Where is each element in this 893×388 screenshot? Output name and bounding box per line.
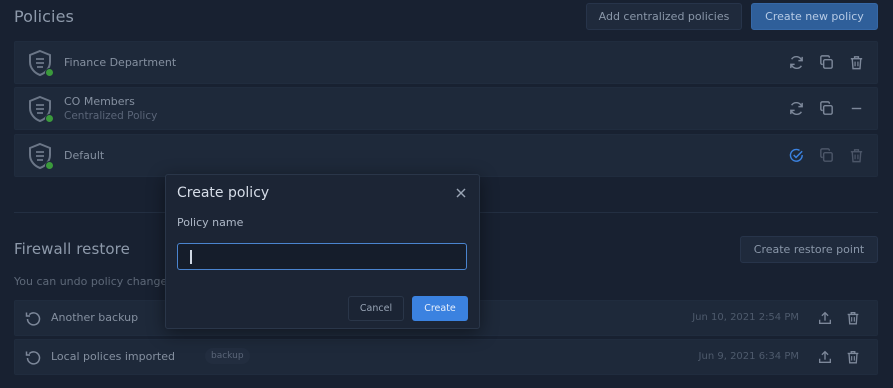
firewall-description: You can undo policy change [14, 275, 168, 288]
sync-icon[interactable] [788, 100, 805, 117]
history-icon [25, 351, 41, 365]
firewall-restore-title: Firewall restore [14, 240, 130, 258]
policy-name: CO Members [64, 95, 135, 108]
backup-tag: backup [205, 348, 250, 364]
status-dot [45, 68, 54, 77]
upload-icon[interactable] [817, 310, 833, 326]
status-dot [45, 161, 54, 170]
add-centralized-policies-button[interactable]: Add centralized policies [586, 3, 742, 30]
sync-icon[interactable] [788, 54, 805, 71]
check-circle-icon[interactable] [788, 147, 805, 164]
history-icon [25, 312, 41, 326]
close-icon[interactable] [455, 187, 467, 199]
policy-name-input[interactable] [177, 243, 467, 270]
backup-date: Jun 9, 2021 6:34 PM [698, 351, 799, 362]
minus-icon[interactable] [848, 100, 865, 117]
policy-subtitle: Centralized Policy [64, 110, 158, 122]
trash-icon[interactable] [845, 349, 861, 365]
policy-row-finance-department[interactable]: Finance Department [14, 41, 878, 84]
trash-icon[interactable] [848, 147, 865, 164]
status-dot [45, 114, 54, 123]
policy-name-label: Policy name [177, 216, 244, 229]
policy-row-default[interactable]: Default [14, 134, 878, 177]
copy-icon[interactable] [818, 100, 835, 117]
trash-icon[interactable] [848, 54, 865, 71]
policy-name: Finance Department [64, 56, 177, 69]
create-restore-point-button[interactable]: Create restore point [740, 236, 878, 263]
create-policy-modal: Create policy Policy name Cancel Create [165, 174, 480, 329]
upload-icon[interactable] [817, 349, 833, 365]
backup-name: Another backup [51, 311, 139, 324]
copy-icon[interactable] [818, 147, 835, 164]
policy-name: Default [64, 149, 105, 162]
create-new-policy-button[interactable]: Create new policy [751, 3, 878, 30]
policy-row-co-members[interactable]: CO Members Centralized Policy [14, 87, 878, 130]
modal-title: Create policy [177, 185, 270, 201]
cancel-button[interactable]: Cancel [348, 296, 404, 321]
text-cursor [190, 250, 192, 264]
page-title: Policies [14, 7, 74, 26]
backup-date: Jun 10, 2021 2:54 PM [692, 312, 799, 323]
trash-icon[interactable] [845, 310, 861, 326]
backup-row[interactable]: Local polices imported backup Jun 9, 202… [14, 339, 878, 375]
backup-name: Local polices imported [51, 350, 175, 363]
create-button[interactable]: Create [412, 296, 468, 321]
copy-icon[interactable] [818, 54, 835, 71]
